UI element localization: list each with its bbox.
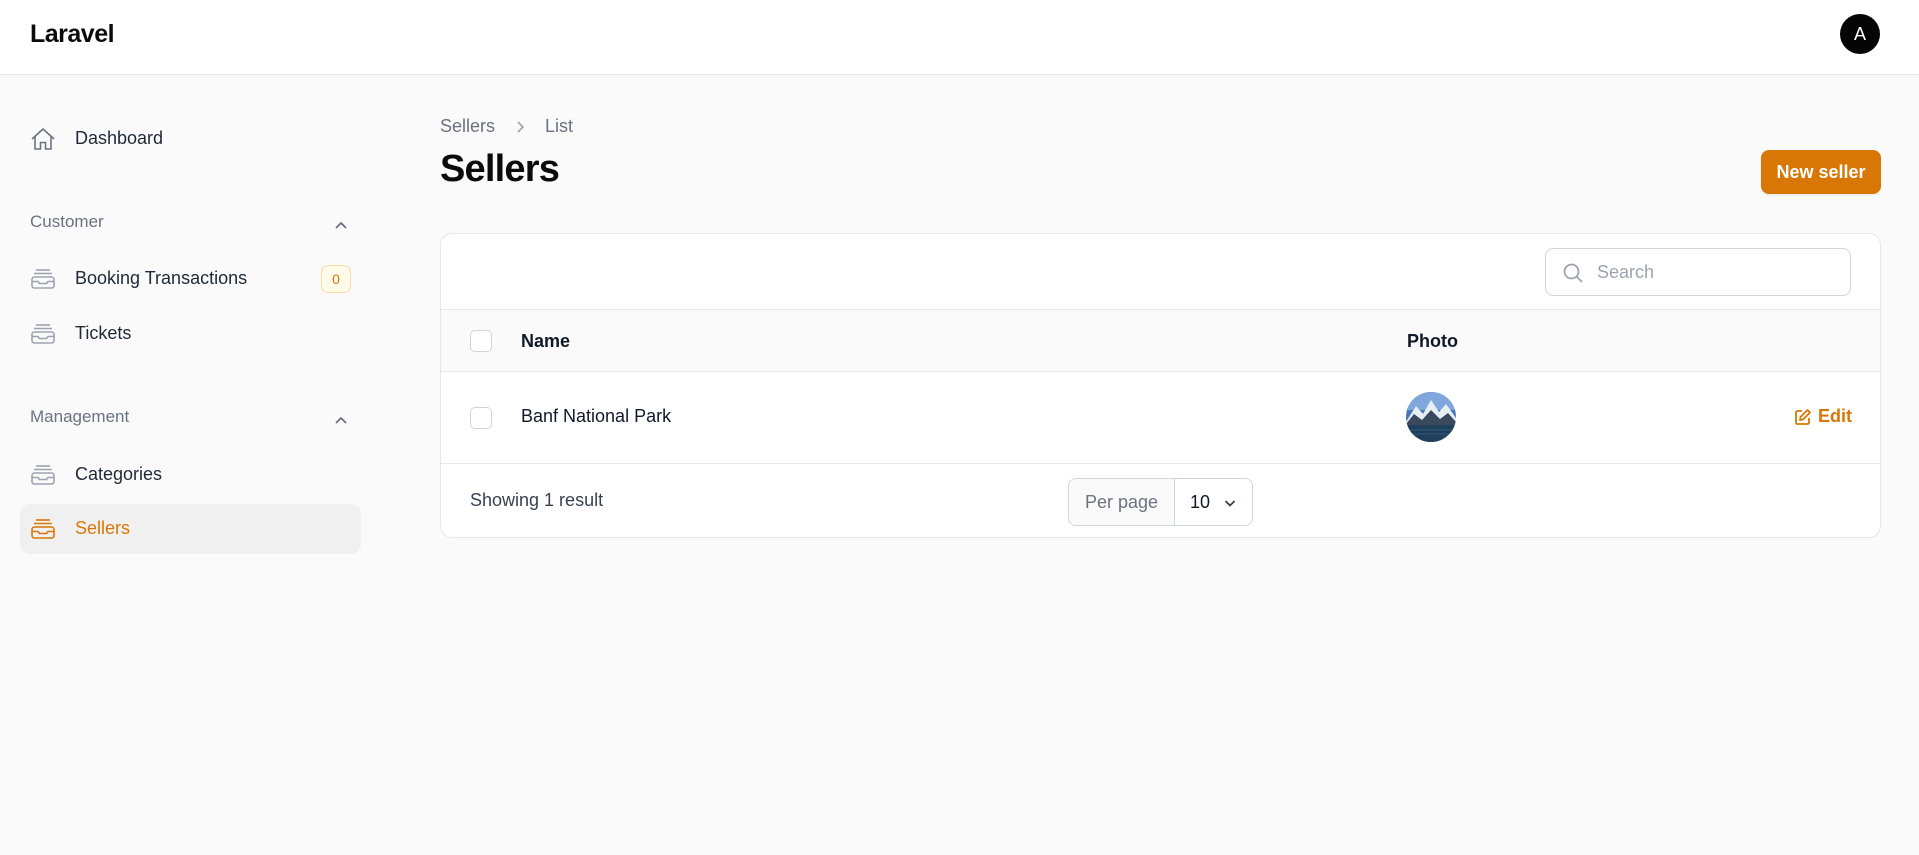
pencil-square-icon: [1795, 408, 1811, 425]
inbox-stack-icon: [31, 519, 55, 539]
search-placeholder: Search: [1597, 262, 1655, 282]
per-page-value: 10: [1190, 491, 1211, 512]
new-seller-button[interactable]: New seller: [1761, 150, 1881, 194]
seller-photo: [1406, 392, 1456, 442]
breadcrumb-item-list: List: [545, 116, 574, 136]
sidebar-item-label: Categories: [75, 464, 163, 484]
table-row[interactable]: Banf National Park Edit: [441, 372, 1880, 464]
sidebar-group-customer[interactable]: Customer: [30, 212, 350, 242]
table-footer: Showing 1 result Per page 10: [441, 464, 1880, 537]
search-input[interactable]: Search: [1545, 248, 1851, 296]
sidebar-item-booking-transactions[interactable]: Booking Transactions 0: [20, 254, 361, 304]
sidebar-group-label: Management: [30, 407, 130, 426]
per-page-select[interactable]: Per page 10: [1068, 478, 1253, 526]
chevron-down-icon: [1224, 500, 1236, 507]
per-page-label: Per page: [1069, 479, 1175, 525]
edit-link[interactable]: Edit: [1794, 406, 1852, 427]
count-badge: 0: [321, 265, 351, 293]
sidebar-item-label: Sellers: [75, 518, 131, 538]
breadcrumb-item-sellers[interactable]: Sellers: [440, 116, 495, 137]
select-all-checkbox[interactable]: [470, 330, 492, 352]
seller-name: Banf National Park: [521, 406, 672, 426]
table-toolbar: Search: [441, 234, 1880, 310]
home-icon: [31, 128, 55, 150]
results-count: Showing 1 result: [470, 490, 604, 510]
chevron-up-icon[interactable]: [332, 411, 350, 429]
sidebar-item-tickets[interactable]: Tickets: [20, 309, 361, 359]
brand-logo[interactable]: Laravel: [30, 20, 115, 49]
table-header: Name Photo: [441, 310, 1880, 372]
row-checkbox[interactable]: [470, 407, 492, 429]
breadcrumb: Sellers List: [440, 116, 573, 137]
sidebar: Dashboard Customer Booking Transactions …: [0, 76, 370, 855]
chevron-up-icon[interactable]: [332, 216, 350, 234]
sidebar-item-label: Dashboard: [75, 128, 164, 148]
page-title: Sellers: [440, 148, 560, 190]
per-page-value-wrap[interactable]: 10: [1175, 479, 1252, 525]
inbox-stack-icon: [31, 324, 55, 344]
sidebar-item-dashboard[interactable]: Dashboard: [20, 114, 361, 164]
edit-label: Edit: [1818, 406, 1852, 426]
sidebar-item-label: Booking Transactions: [75, 268, 248, 288]
column-header-name[interactable]: Name: [521, 331, 570, 352]
user-avatar[interactable]: A: [1840, 14, 1880, 54]
inbox-stack-icon: [31, 465, 55, 485]
sidebar-group-label: Customer: [30, 212, 104, 231]
inbox-stack-icon: [31, 269, 55, 289]
search-icon: [1563, 263, 1583, 283]
sidebar-item-categories[interactable]: Categories: [20, 450, 361, 500]
sidebar-item-label: Tickets: [75, 323, 132, 343]
top-bar: Laravel A: [0, 0, 1919, 75]
column-header-photo: Photo: [1407, 331, 1458, 351]
sidebar-item-sellers[interactable]: Sellers: [20, 504, 361, 554]
sidebar-group-management[interactable]: Management: [30, 407, 350, 437]
chevron-right-icon: [517, 120, 525, 133]
sellers-table: Search Name Photo Banf National Park Edi…: [440, 233, 1881, 538]
